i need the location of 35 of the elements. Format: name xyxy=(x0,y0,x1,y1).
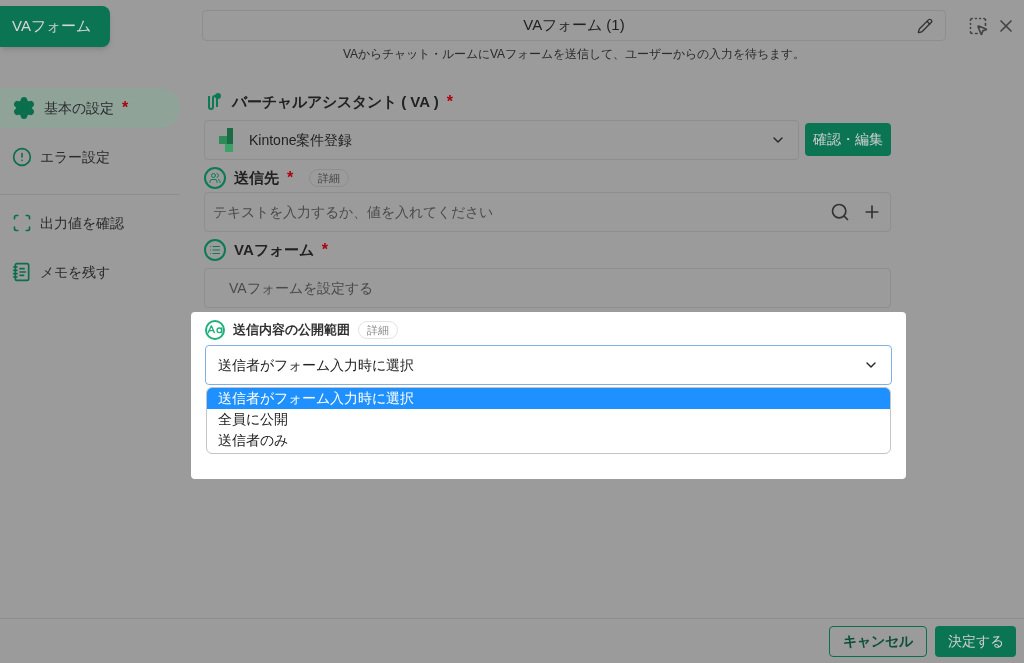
sidebar-item[interactable]: エラー設定 xyxy=(0,137,180,177)
sidebar-item[interactable]: メモを残す xyxy=(0,252,180,292)
confirm-edit-button[interactable]: 確認・編集 xyxy=(805,123,891,156)
sidebar-item[interactable]: 基本の設定 * xyxy=(0,88,180,128)
scan-frame-icon xyxy=(12,213,32,233)
people-icon xyxy=(204,167,226,189)
option-item[interactable]: 送信者がフォーム入力時に選択 xyxy=(207,388,890,409)
assistant-select[interactable]: Kintone案件登録 xyxy=(204,120,799,160)
field-label: バーチャルアシスタント ( VA ) xyxy=(232,91,439,112)
search-icon[interactable] xyxy=(830,202,850,222)
cancel-button[interactable]: キャンセル xyxy=(829,625,927,657)
selection-cursor-icon[interactable] xyxy=(968,16,988,36)
notepad-icon xyxy=(12,262,32,282)
required-asterisk: * xyxy=(321,242,328,258)
alert-circle-icon xyxy=(12,147,32,167)
va-form-field[interactable]: VAフォームを設定する xyxy=(204,268,891,308)
required-asterisk: * xyxy=(287,170,294,186)
pencil-icon[interactable] xyxy=(917,17,933,34)
confirm-button[interactable]: 決定する xyxy=(935,625,1016,657)
option-item[interactable]: 送信者のみ xyxy=(207,430,890,451)
settings-icon xyxy=(12,96,36,120)
field-label: VAフォーム xyxy=(234,239,314,260)
visibility-select[interactable]: 送信者がフォーム入力時に選択 xyxy=(205,345,892,385)
field-label: 送信内容の公開範囲 xyxy=(233,321,350,340)
sidebar-item[interactable]: 出力値を確認 xyxy=(0,203,180,243)
list-icon xyxy=(204,239,226,261)
field-label: 送信先 xyxy=(234,167,279,188)
recipient-field[interactable]: テキストを入力するか、値を入れてください xyxy=(204,192,891,232)
title-field[interactable]: VAフォーム (1) xyxy=(202,10,946,41)
required-asterisk: * xyxy=(122,100,129,116)
text-format-icon xyxy=(205,320,225,340)
form-tab[interactable]: VAフォーム xyxy=(0,6,110,47)
option-item[interactable]: 全員に公開 xyxy=(207,409,890,430)
description-text: VAからチャット・ルームにVAフォームを送信して、ユーザーからの入力を待ちます。 xyxy=(342,46,806,63)
required-asterisk: * xyxy=(446,94,453,110)
